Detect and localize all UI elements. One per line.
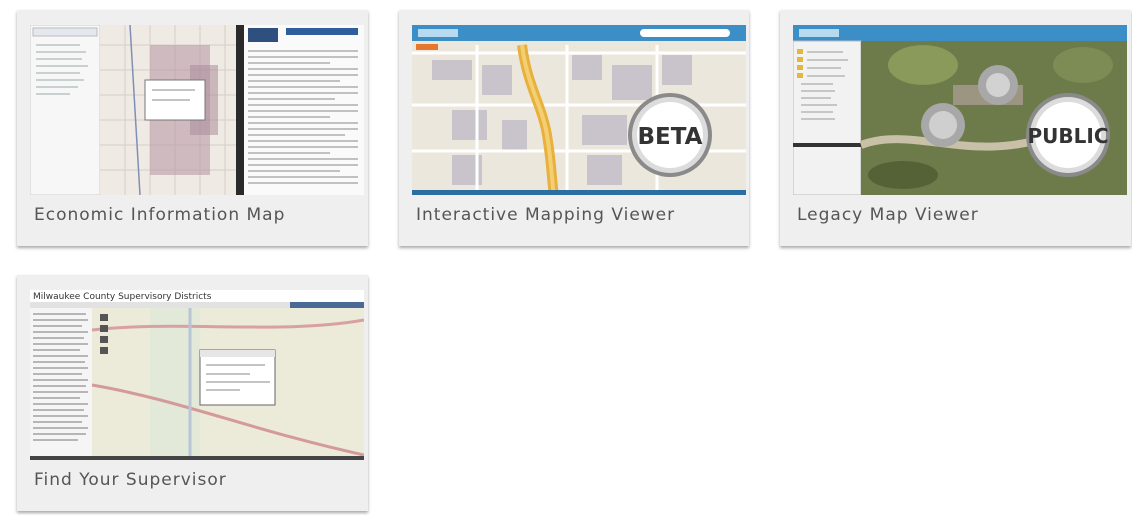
find-your-supervisor-label[interactable]: Find Your Supervisor [34,470,227,490]
legacy-map-viewer-label[interactable]: Legacy Map Viewer [797,205,979,225]
interactive-mapping-viewer-card[interactable]: BETA Interactive Mapping Viewer [399,10,749,246]
supervisor-map-thumbnail[interactable]: Milwaukee County Supervisory Districts [30,290,364,460]
economic-information-map-label[interactable]: Economic Information Map [34,205,285,225]
public-badge-icon: PUBLIC [1026,93,1110,177]
find-your-supervisor-card[interactable]: Milwaukee County Supervisory Districts F… [17,275,368,511]
supervisor-map-title: Milwaukee County Supervisory Districts [33,292,212,302]
interactive-map-thumbnail[interactable]: BETA [412,25,746,195]
legacy-map-thumbnail-image: PUBLIC [793,25,1127,195]
svg-text:PUBLIC: PUBLIC [1027,124,1108,148]
beta-badge-icon: BETA [628,93,712,177]
legacy-map-thumbnail[interactable]: PUBLIC [793,25,1127,195]
economic-information-map-card[interactable]: Economic Information Map [17,10,368,246]
legacy-map-viewer-card[interactable]: PUBLIC Legacy Map Viewer [780,10,1131,246]
economic-map-thumbnail-image [30,25,364,195]
economic-map-thumbnail[interactable] [30,25,364,195]
svg-text:BETA: BETA [638,124,703,150]
supervisor-map-thumbnail-image: Milwaukee County Supervisory Districts [30,290,364,460]
interactive-mapping-viewer-label[interactable]: Interactive Mapping Viewer [416,205,675,225]
interactive-map-thumbnail-image: BETA [412,25,746,195]
